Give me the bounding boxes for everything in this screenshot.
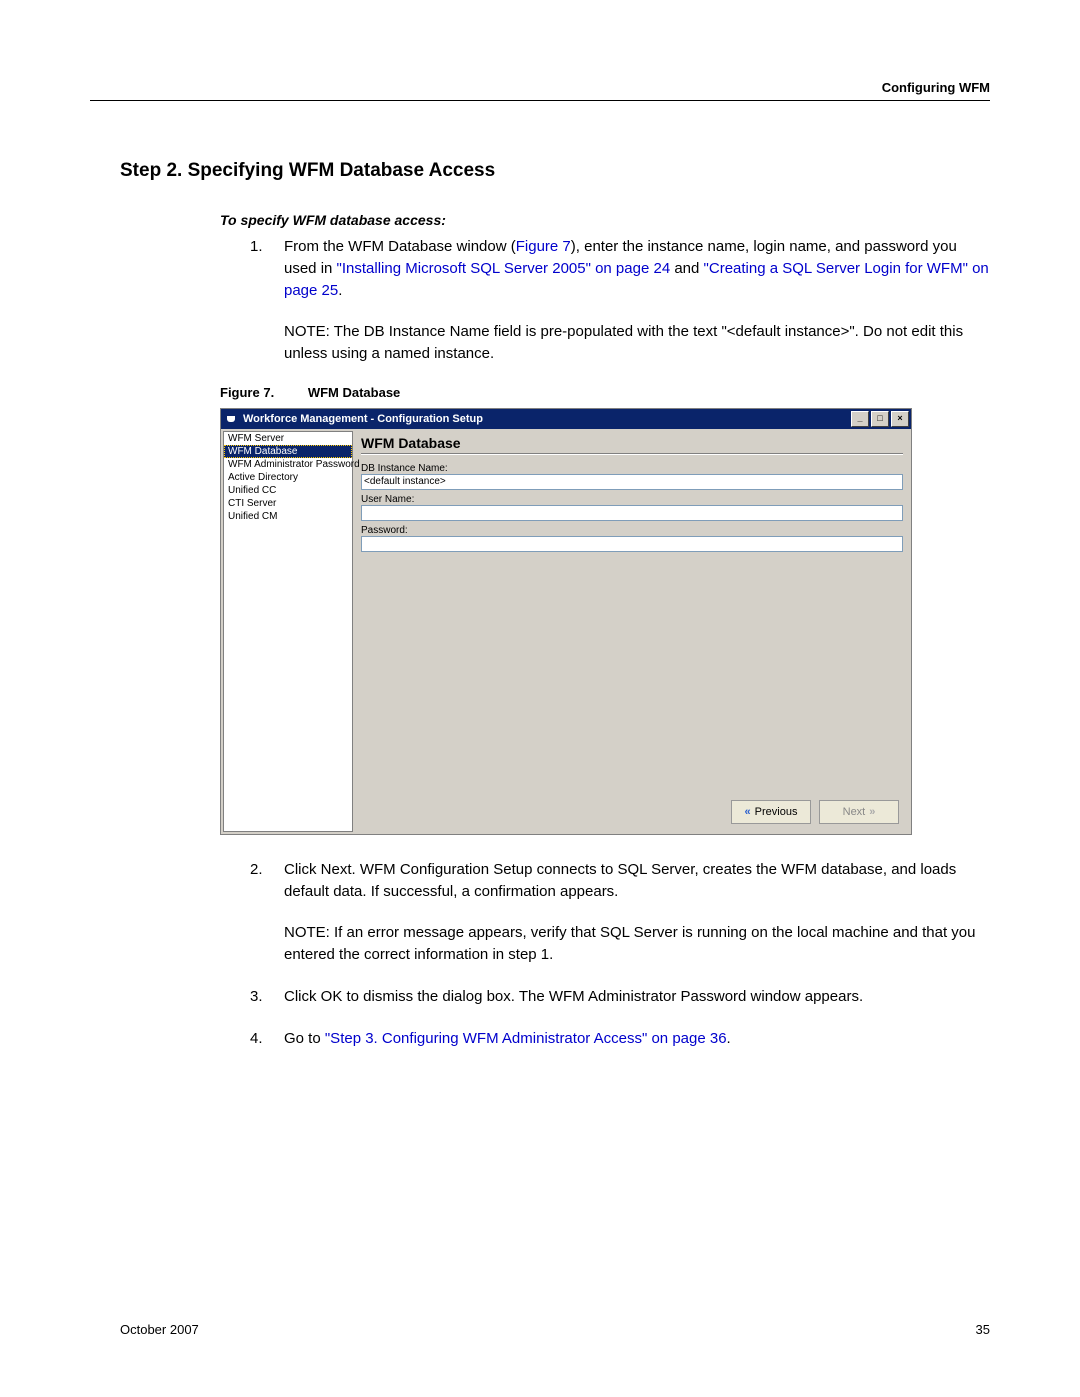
sidebar-item-active-directory[interactable]: Active Directory [224, 471, 352, 484]
minimize-button[interactable]: _ [851, 411, 869, 427]
step-1: 1. From the WFM Database window (Figure … [250, 236, 990, 301]
figure-label: Figure 7. [220, 385, 274, 400]
close-button[interactable]: × [891, 411, 909, 427]
note-label: NOTE: [284, 924, 330, 941]
chevron-right-icon: » [869, 806, 875, 818]
note-text: The DB Instance Name field is pre-popula… [284, 323, 963, 362]
panel-title: WFM Database [361, 435, 903, 451]
sidebar-item-wfm-database[interactable]: WFM Database [224, 445, 352, 458]
chevron-left-icon: « [745, 806, 751, 818]
note-2: NOTE: If an error message appears, verif… [284, 922, 990, 966]
footer-date: October 2007 [120, 1322, 199, 1337]
next-button[interactable]: Next » [819, 800, 899, 824]
sidebar-item-unified-cc[interactable]: Unified CC [224, 484, 352, 497]
text: Go to [284, 1030, 325, 1047]
sidebar-item-admin-password[interactable]: WFM Administrator Password [224, 458, 352, 471]
step-number: 1. [250, 236, 284, 301]
xref-link[interactable]: "Step 3. Configuring WFM Administrator A… [325, 1030, 727, 1047]
sidebar-item-cti-server[interactable]: CTI Server [224, 497, 352, 510]
figure-caption: Figure 7. WFM Database [220, 385, 990, 400]
password-input[interactable] [361, 536, 903, 552]
sidebar-item-unified-cm[interactable]: Unified CM [224, 510, 352, 523]
step-number: 2. [250, 859, 284, 903]
app-icon [225, 412, 239, 426]
procedure-subhead: To specify WFM database access: [220, 212, 990, 228]
xref-link[interactable]: "Installing Microsoft SQL Server 2005" o… [337, 260, 671, 277]
maximize-button[interactable]: □ [871, 411, 889, 427]
note-1: NOTE: The DB Instance Name field is pre-… [284, 321, 990, 365]
figure-ref-link[interactable]: Figure 7 [516, 238, 571, 255]
figure-title: WFM Database [308, 385, 400, 400]
page-number: 35 [976, 1322, 990, 1337]
password-label: Password: [361, 525, 903, 536]
step-3: 3. Click OK to dismiss the dialog box. T… [250, 986, 990, 1008]
page-title: Step 2. Specifying WFM Database Access [120, 160, 990, 182]
text: and [670, 260, 703, 277]
username-input[interactable] [361, 505, 903, 521]
note-label: NOTE: [284, 323, 330, 340]
db-instance-label: DB Instance Name: [361, 463, 903, 474]
sidebar-item-wfm-server[interactable]: WFM Server [224, 432, 352, 445]
text: . [338, 282, 342, 299]
step-number: 3. [250, 986, 284, 1008]
titlebar: Workforce Management - Configuration Set… [221, 409, 911, 429]
text: From the WFM Database window ( [284, 238, 516, 255]
step-text: Click OK to dismiss the dialog box. The … [284, 986, 990, 1008]
nav-sidebar: WFM Server WFM Database WFM Administrato… [223, 431, 353, 832]
header-section: Configuring WFM [882, 80, 990, 95]
username-label: User Name: [361, 494, 903, 505]
step-4: 4. Go to "Step 3. Configuring WFM Admini… [250, 1028, 990, 1050]
note-text: If an error message appears, verify that… [284, 924, 975, 963]
next-label: Next [843, 806, 866, 818]
main-panel: WFM Database DB Instance Name: User Name… [353, 429, 911, 834]
screenshot-window: Workforce Management - Configuration Set… [220, 408, 912, 835]
panel-rule [361, 453, 903, 455]
step-2: 2. Click Next. WFM Configuration Setup c… [250, 859, 990, 903]
previous-button[interactable]: « Previous [731, 800, 811, 824]
db-instance-input[interactable] [361, 474, 903, 490]
previous-label: Previous [755, 806, 798, 818]
text: . [727, 1030, 731, 1047]
window-title: Workforce Management - Configuration Set… [243, 413, 851, 425]
step-number: 4. [250, 1028, 284, 1050]
step-text: Click Next. WFM Configuration Setup conn… [284, 859, 990, 903]
header-rule [90, 100, 990, 101]
